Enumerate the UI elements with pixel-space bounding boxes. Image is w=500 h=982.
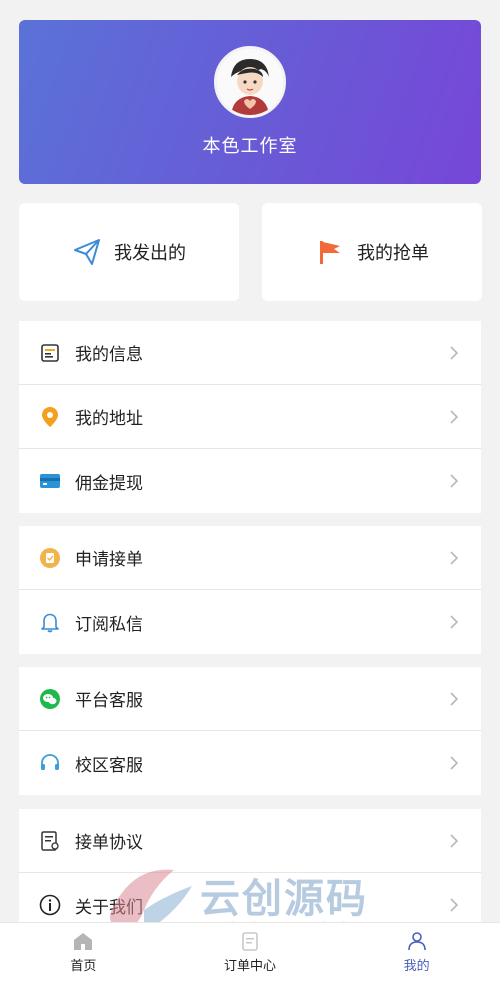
- headset-icon: [39, 752, 61, 774]
- profile-header: 本色工作室: [19, 20, 481, 184]
- wechat-icon: [39, 688, 61, 710]
- menu-item-withdraw[interactable]: 佣金提现: [19, 449, 481, 513]
- menu-group-orders: 申请接单 订阅私信: [19, 526, 481, 654]
- menu-item-order-agreement[interactable]: 接单协议: [19, 809, 481, 873]
- info-circle-icon: [39, 894, 61, 916]
- tab-label: 订单中心: [224, 959, 277, 974]
- menu-group-about: 接单协议 关于我们: [19, 809, 481, 937]
- tab-label: 首页: [70, 959, 97, 974]
- avatar-boy-icon: [217, 49, 283, 115]
- quick-action-label: 我发出的: [114, 243, 186, 264]
- chevron-right-icon: [449, 473, 459, 489]
- chevron-right-icon: [449, 691, 459, 707]
- quick-action-grab[interactable]: 我的抢单: [262, 203, 482, 301]
- menu-item-label: 我的信息: [75, 345, 143, 365]
- location-pin-icon: [39, 406, 61, 428]
- menu-item-campus-service[interactable]: 校区客服: [19, 731, 481, 795]
- avatar[interactable]: [214, 46, 286, 118]
- document-icon: [39, 830, 61, 852]
- paper-plane-icon: [74, 239, 100, 265]
- menu-item-label: 校区客服: [75, 755, 143, 776]
- quick-action-sent[interactable]: 我发出的: [19, 203, 239, 301]
- quick-action-label: 我的抢单: [357, 243, 429, 264]
- menu-item-label: 申请接单: [75, 550, 143, 570]
- chevron-right-icon: [449, 755, 459, 771]
- profile-name: 本色工作室: [202, 136, 298, 157]
- chevron-right-icon: [449, 833, 459, 849]
- menu-item-label: 接单协议: [75, 833, 143, 853]
- menu-group-account: 我的信息 我的地址 佣金提现: [19, 321, 481, 513]
- bottom-tabbar: 首页 订单中心 我的: [0, 922, 500, 982]
- menu-item-platform-service[interactable]: 平台客服: [19, 667, 481, 731]
- chevron-right-icon: [449, 614, 459, 630]
- menu-group-support: 平台客服 校区客服: [19, 667, 481, 795]
- credit-card-icon: [39, 470, 61, 492]
- order-icon: [242, 932, 258, 951]
- tab-label: 我的: [403, 959, 430, 974]
- chevron-right-icon: [449, 345, 459, 361]
- checkbox-badge-icon: [39, 547, 61, 569]
- menu-item-subscribe-messages[interactable]: 订阅私信: [19, 590, 481, 654]
- chevron-right-icon: [449, 897, 459, 913]
- chevron-right-icon: [449, 409, 459, 425]
- menu-item-my-address[interactable]: 我的地址: [19, 385, 481, 449]
- menu-item-label: 我的地址: [75, 409, 143, 429]
- home-icon: [74, 933, 93, 950]
- bell-icon: [39, 611, 61, 633]
- tab-mine[interactable]: 我的: [333, 923, 500, 982]
- menu-item-label: 平台客服: [75, 691, 143, 711]
- flag-icon: [320, 241, 340, 264]
- menu-item-label: 订阅私信: [75, 614, 143, 635]
- chevron-right-icon: [449, 550, 459, 566]
- tab-orders[interactable]: 订单中心: [167, 923, 334, 982]
- menu-item-my-info[interactable]: 我的信息: [19, 321, 481, 385]
- tab-home[interactable]: 首页: [0, 923, 167, 982]
- menu-item-label: 关于我们: [75, 897, 143, 918]
- user-icon: [407, 932, 426, 951]
- menu-item-label: 佣金提现: [75, 473, 143, 494]
- info-card-icon: [39, 342, 61, 364]
- menu-item-apply-orders[interactable]: 申请接单: [19, 526, 481, 590]
